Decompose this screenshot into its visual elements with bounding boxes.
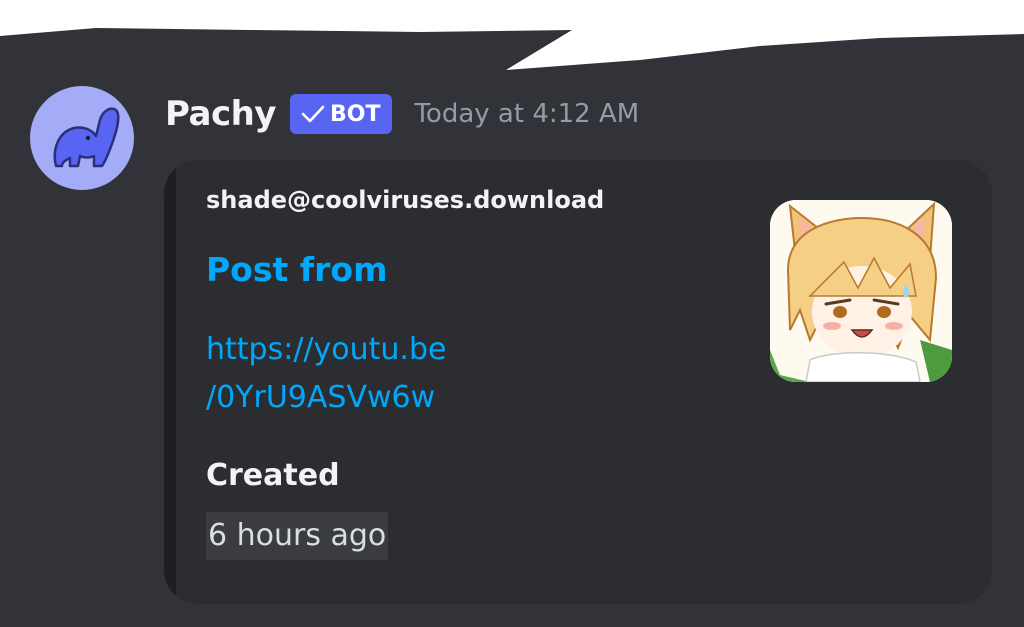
- embed-accent-bar: [164, 160, 176, 604]
- embed-field-name: Created: [206, 458, 340, 493]
- embed-field-value: 6 hours ago: [206, 512, 389, 560]
- message-header: Pachy BOT Today at 4:12 AM: [165, 88, 639, 140]
- screenshot-stage: Pachy BOT Today at 4:12 AM shade@coolvir…: [0, 0, 1024, 627]
- embed-thumbnail[interactable]: [770, 200, 952, 382]
- username[interactable]: Pachy: [165, 94, 276, 134]
- message-timestamp[interactable]: Today at 4:12 AM: [414, 99, 639, 129]
- checkmark-icon: [301, 105, 325, 123]
- embed-link-line-1[interactable]: https://youtu.be: [206, 326, 506, 374]
- embed-card: shade@coolviruses.download Post from htt…: [164, 160, 992, 604]
- chat-message: Pachy BOT Today at 4:12 AM shade@coolvir…: [0, 0, 1024, 627]
- bot-badge: BOT: [289, 94, 393, 134]
- embed-author: shade@coolviruses.download: [206, 186, 605, 214]
- anime-fox-girl-thumbnail: [770, 200, 952, 382]
- bot-badge-label: BOT: [329, 101, 381, 127]
- embed-title[interactable]: Post from: [206, 250, 387, 289]
- embed-link-line-2[interactable]: /0YrU9ASVw6w: [206, 374, 506, 422]
- avatar[interactable]: [30, 86, 134, 190]
- embed-link[interactable]: https://youtu.be /0YrU9ASVw6w: [206, 326, 506, 422]
- elephant-icon: [53, 107, 120, 168]
